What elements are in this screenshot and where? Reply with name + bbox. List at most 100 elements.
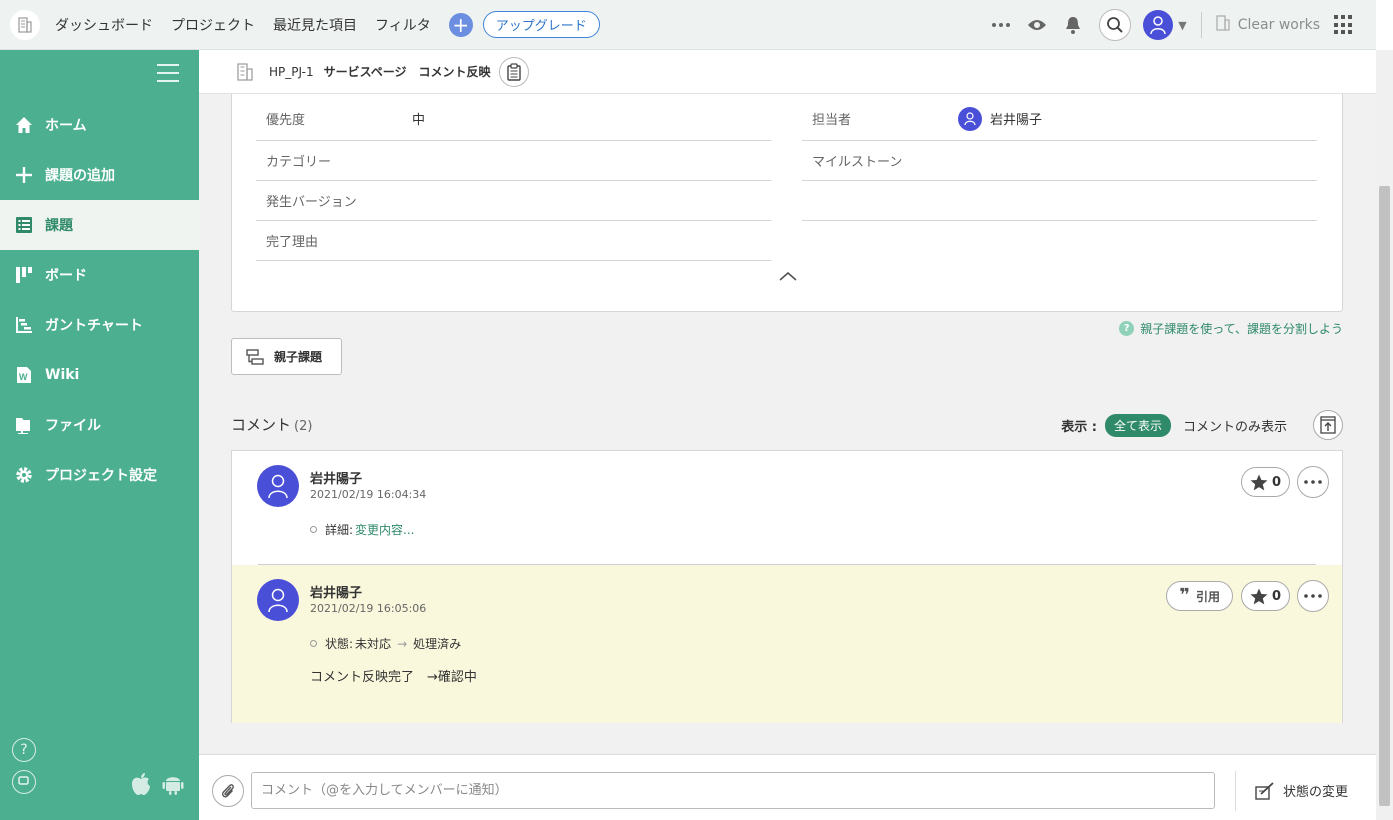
comment-change-detail: 詳細: 変更内容... <box>310 521 415 538</box>
sort-order-button[interactable] <box>1313 410 1343 440</box>
divider <box>1200 12 1202 38</box>
comments-list: 岩井陽子 2021/02/19 16:04:34 詳細: 変更内容... 0 岩… <box>231 450 1343 723</box>
watch-eye-icon[interactable] <box>1025 13 1049 37</box>
sidebar-menu: ホーム 課題の追加 課題 ボード ガントチャート W Wiki ファイル プロジ <box>0 100 199 500</box>
sidebar-item-label: プロジェクト設定 <box>45 468 157 484</box>
comment-item: 岩井陽子 2021/02/19 16:05:06 状態: 未対応 → 処理済み … <box>232 565 1342 723</box>
list-icon <box>14 215 34 235</box>
search-button[interactable] <box>1099 9 1132 41</box>
comment-author-avatar[interactable] <box>257 579 299 621</box>
paperclip-icon <box>221 784 234 798</box>
filter-all-button[interactable]: 全て表示 <box>1104 413 1171 437</box>
more-dots-icon <box>1304 594 1322 598</box>
hamburger-menu-icon[interactable] <box>157 64 179 82</box>
feedback-chat-icon[interactable] <box>12 770 36 794</box>
comment-timestamp[interactable]: 2021/02/19 16:05:06 <box>310 602 426 615</box>
page-scrollbar[interactable] <box>1376 50 1393 820</box>
breadcrumb: HP_PJ-1 サービスページ コメント反映 <box>199 50 1376 94</box>
star-count: 0 <box>1271 474 1281 490</box>
nav-projects[interactable]: プロジェクト <box>171 15 255 35</box>
add-plus-icon[interactable]: + <box>448 12 473 37</box>
search-icon <box>1107 17 1123 33</box>
backlog-logo-icon[interactable] <box>10 9 40 40</box>
milestone-label: マイルストーン <box>812 155 903 170</box>
comment-more-button[interactable] <box>1297 466 1329 498</box>
sidebar-item-label: 課題の追加 <box>45 168 115 184</box>
filter-comments-only-button[interactable]: コメントのみ表示 <box>1183 416 1287 435</box>
more-dots-icon[interactable] <box>989 13 1013 37</box>
comment-timestamp[interactable]: 2021/02/19 16:04:34 <box>310 488 426 501</box>
parent-child-help-link[interactable]: ? 親子課題を使って、課題を分割しよう <box>1119 320 1343 337</box>
resolution-label: 完了理由 <box>266 235 319 250</box>
display-label: 表示 : <box>1061 419 1097 435</box>
notification-bell-icon[interactable] <box>1061 13 1085 37</box>
issue-title: コメント反映 <box>418 65 491 79</box>
assignee-row: 担当者 岩井陽子 <box>802 97 1317 141</box>
comments-title: コメント <box>231 416 292 434</box>
upgrade-button[interactable]: アップグレード <box>482 11 600 38</box>
sort-up-icon <box>1320 416 1336 434</box>
collapse-chevron-up-icon[interactable] <box>778 270 798 282</box>
issue-detail-area: 優先度 中 担当者 岩井陽子 カテゴリー マイルストーン 発生バージョン 完了理… <box>199 94 1376 754</box>
sidebar-item-project-settings[interactable]: プロジェクト設定 <box>0 450 199 500</box>
nav-dashboard[interactable]: ダッシュボード <box>55 15 153 35</box>
comment-more-button[interactable] <box>1297 580 1329 612</box>
copy-clipboard-button[interactable] <box>498 56 529 87</box>
help-icon[interactable]: ? <box>12 738 36 762</box>
sidebar-item-gantt[interactable]: ガントチャート <box>0 300 199 350</box>
sidebar-item-label: ファイル <box>45 418 101 434</box>
attach-file-button[interactable] <box>212 775 244 807</box>
bullet-icon <box>310 640 317 647</box>
sidebar-item-label: ガントチャート <box>45 318 143 334</box>
issue-category[interactable]: サービスページ <box>324 63 407 80</box>
comment-actions: ❞ 引用 0 <box>1166 580 1329 612</box>
hierarchy-icon <box>246 348 264 365</box>
sidebar-item-label: ホーム <box>45 118 87 134</box>
comment-author-avatar[interactable] <box>257 465 299 507</box>
parent-child-button[interactable]: 親子課題 <box>231 338 342 375</box>
priority-label: 優先度 <box>266 113 306 128</box>
assignee-name: 岩井陽子 <box>990 113 1043 128</box>
top-bar: ダッシュボード プロジェクト 最近見た項目 フィルタ + アップグレード ▼ C… <box>0 0 1376 50</box>
parent-child-label: 親子課題 <box>274 350 323 364</box>
apps-grid-icon[interactable] <box>1334 15 1354 35</box>
changes-link[interactable]: 変更内容... <box>355 521 414 538</box>
issue-key[interactable]: HP_PJ-1 <box>269 65 314 79</box>
star-count: 0 <box>1271 588 1281 604</box>
nav-filter[interactable]: フィルタ <box>375 15 431 35</box>
comment-author-name[interactable]: 岩井陽子 <box>310 468 362 487</box>
sidebar-item-add-issue[interactable]: 課題の追加 <box>0 150 199 200</box>
nav-recent[interactable]: 最近見た項目 <box>273 15 357 35</box>
star-button[interactable]: 0 <box>1240 467 1290 497</box>
assignee-avatar <box>958 106 982 131</box>
priority-row: 優先度 中 <box>256 97 771 141</box>
plus-icon <box>14 165 34 185</box>
sidebar-item-board[interactable]: ボード <box>0 250 199 300</box>
quote-button[interactable]: ❞ 引用 <box>1166 581 1233 611</box>
star-button[interactable]: 0 <box>1240 581 1290 611</box>
user-avatar[interactable] <box>1143 10 1174 40</box>
sidebar-item-home[interactable]: ホーム <box>0 100 199 150</box>
status-from: 未対応 <box>355 637 392 651</box>
android-app-icon[interactable] <box>162 772 184 800</box>
sidebar-item-wiki[interactable]: W Wiki <box>0 350 199 400</box>
change-status-button[interactable]: 状態の変更 <box>1255 781 1348 800</box>
space-name[interactable]: Clear works <box>1238 17 1320 33</box>
comment-input[interactable] <box>251 772 1215 809</box>
scrollbar-thumb[interactable] <box>1379 186 1390 806</box>
sidebar-item-files[interactable]: ファイル <box>0 400 199 450</box>
comment-author-name[interactable]: 岩井陽子 <box>310 582 362 601</box>
divider <box>1235 771 1236 811</box>
svg-text:W: W <box>19 372 28 382</box>
empty-row <box>802 181 1317 221</box>
comment-item: 岩井陽子 2021/02/19 16:04:34 詳細: 変更内容... 0 <box>232 451 1342 565</box>
home-icon <box>14 115 34 135</box>
user-menu-caret-icon[interactable]: ▼ <box>1178 19 1186 32</box>
sidebar-item-issues[interactable]: 課題 <box>0 200 199 250</box>
resolution-row: 完了理由 <box>256 221 771 261</box>
assignee-value-wrap: 岩井陽子 <box>958 106 1043 131</box>
apple-app-icon[interactable] <box>130 772 152 800</box>
gantt-icon <box>14 315 34 335</box>
comment-display-filter: 表示 : 全て表示 コメントのみ表示 <box>1061 410 1343 440</box>
comments-count: (2) <box>294 419 313 434</box>
